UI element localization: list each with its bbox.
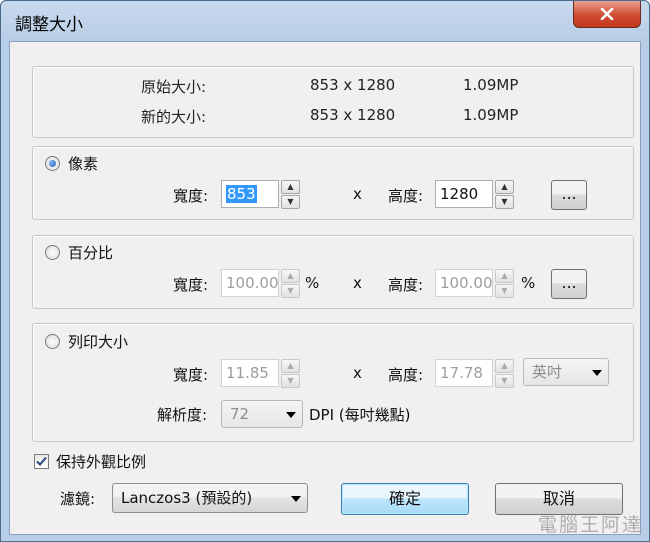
filter-value: Lanczos3 (預設的) — [121, 489, 253, 507]
percent-radio-label: 百分比 — [68, 244, 114, 262]
ok-button[interactable]: 確定 — [341, 483, 469, 515]
percent-height-label: 高度: — [388, 276, 424, 294]
print-width-spinner[interactable]: ▲ ▼ — [281, 359, 300, 389]
title-bar: 調整大小 — [1, 1, 649, 41]
keep-aspect-label: 保持外觀比例 — [56, 453, 147, 471]
percent-group: 百分比 寬度: 100.00 ▲ ▼ % x 高度: 100.00 ▲ ▼ % … — [32, 235, 634, 309]
pixels-width-spinner[interactable]: ▲ ▼ — [281, 180, 300, 210]
pixels-times-label: x — [353, 185, 362, 203]
spin-down-icon[interactable]: ▼ — [281, 374, 300, 388]
resolution-label: 解析度: — [157, 406, 208, 424]
spin-up-icon[interactable]: ▲ — [281, 359, 300, 373]
spin-up-icon[interactable]: ▲ — [281, 180, 300, 194]
size-info-group: 原始大小: 853 x 1280 1.09MP 新的大小: 853 x 1280… — [32, 66, 634, 138]
percent-more-button[interactable]: ... — [551, 269, 587, 299]
new-size-mp: 1.09MP — [463, 106, 519, 124]
original-size-label: 原始大小: — [141, 78, 207, 96]
percent-height-unit: % — [521, 274, 536, 292]
pixels-height-spinner[interactable]: ▲ ▼ — [495, 180, 514, 210]
watermark-logo: 電腦王阿達 — [537, 514, 643, 536]
spin-down-icon[interactable]: ▼ — [281, 195, 300, 209]
dialog-client-area: 原始大小: 853 x 1280 1.09MP 新的大小: 853 x 1280… — [9, 41, 641, 535]
print-size-group: 列印大小 寬度: 11.85 ▲ ▼ x 高度: 17.78 ▲ ▼ 英吋 解析… — [32, 323, 634, 442]
print-width-input[interactable]: 11.85 — [221, 359, 279, 387]
new-size-label: 新的大小: — [141, 108, 207, 126]
resize-dialog: 調整大小 原始大小: 853 x 1280 1.09MP 新的大小: 853 x… — [0, 0, 650, 542]
print-height-input[interactable]: 17.78 — [435, 359, 493, 387]
pixels-radio-label: 像素 — [68, 155, 99, 173]
spin-up-icon[interactable]: ▲ — [495, 359, 514, 373]
checkmark-icon — [36, 456, 47, 466]
percent-height-spinner[interactable]: ▲ ▼ — [495, 269, 514, 299]
pixels-radio[interactable] — [45, 156, 60, 171]
close-button[interactable] — [573, 1, 641, 28]
window-title: 調整大小 — [15, 15, 83, 35]
chevron-down-icon — [291, 496, 301, 502]
chevron-down-icon — [286, 412, 296, 418]
pixels-more-button[interactable]: ... — [551, 180, 587, 210]
new-size-dims: 853 x 1280 — [310, 106, 396, 124]
print-unit-select[interactable]: 英吋 — [523, 358, 609, 386]
percent-width-input[interactable]: 100.00 — [221, 269, 279, 297]
pixels-height-input[interactable]: 1280 — [435, 180, 493, 208]
spin-down-icon[interactable]: ▼ — [281, 284, 300, 298]
resolution-select[interactable]: 72 — [221, 400, 303, 428]
resolution-value: 72 — [230, 405, 250, 423]
print-unit-value: 英吋 — [532, 363, 563, 381]
print-size-radio-label: 列印大小 — [68, 333, 129, 351]
filter-label: 濾鏡: — [60, 490, 96, 508]
spin-up-icon[interactable]: ▲ — [495, 269, 514, 283]
spin-down-icon[interactable]: ▼ — [495, 284, 514, 298]
dpi-label: DPI (每吋幾點) — [309, 406, 411, 424]
print-height-spinner[interactable]: ▲ ▼ — [495, 359, 514, 389]
filter-select[interactable]: Lanczos3 (預設的) — [112, 483, 308, 513]
print-width-label: 寬度: — [173, 366, 209, 384]
chevron-down-icon — [592, 370, 602, 376]
spin-up-icon[interactable]: ▲ — [495, 180, 514, 194]
percent-width-unit: % — [305, 274, 320, 292]
print-size-radio[interactable] — [45, 334, 60, 349]
pixels-height-label: 高度: — [388, 187, 424, 205]
percent-radio[interactable] — [45, 245, 60, 260]
pixels-group: 像素 寬度: 853 ▲ ▼ x 高度: 1280 ▲ ▼ ... — [32, 146, 634, 220]
original-size-mp: 1.09MP — [463, 76, 519, 94]
percent-height-input[interactable]: 100.00 — [435, 269, 493, 297]
percent-width-spinner[interactable]: ▲ ▼ — [281, 269, 300, 299]
original-size-dims: 853 x 1280 — [310, 76, 396, 94]
keep-aspect-checkbox[interactable] — [34, 454, 49, 469]
spin-down-icon[interactable]: ▼ — [495, 374, 514, 388]
spin-up-icon[interactable]: ▲ — [281, 269, 300, 283]
pixels-width-label: 寬度: — [173, 187, 209, 205]
close-icon — [600, 8, 614, 20]
percent-width-label: 寬度: — [173, 276, 209, 294]
pixels-width-input[interactable]: 853 — [221, 180, 279, 208]
print-height-label: 高度: — [388, 366, 424, 384]
print-times-label: x — [353, 364, 362, 382]
spin-down-icon[interactable]: ▼ — [495, 195, 514, 209]
percent-times-label: x — [353, 274, 362, 292]
